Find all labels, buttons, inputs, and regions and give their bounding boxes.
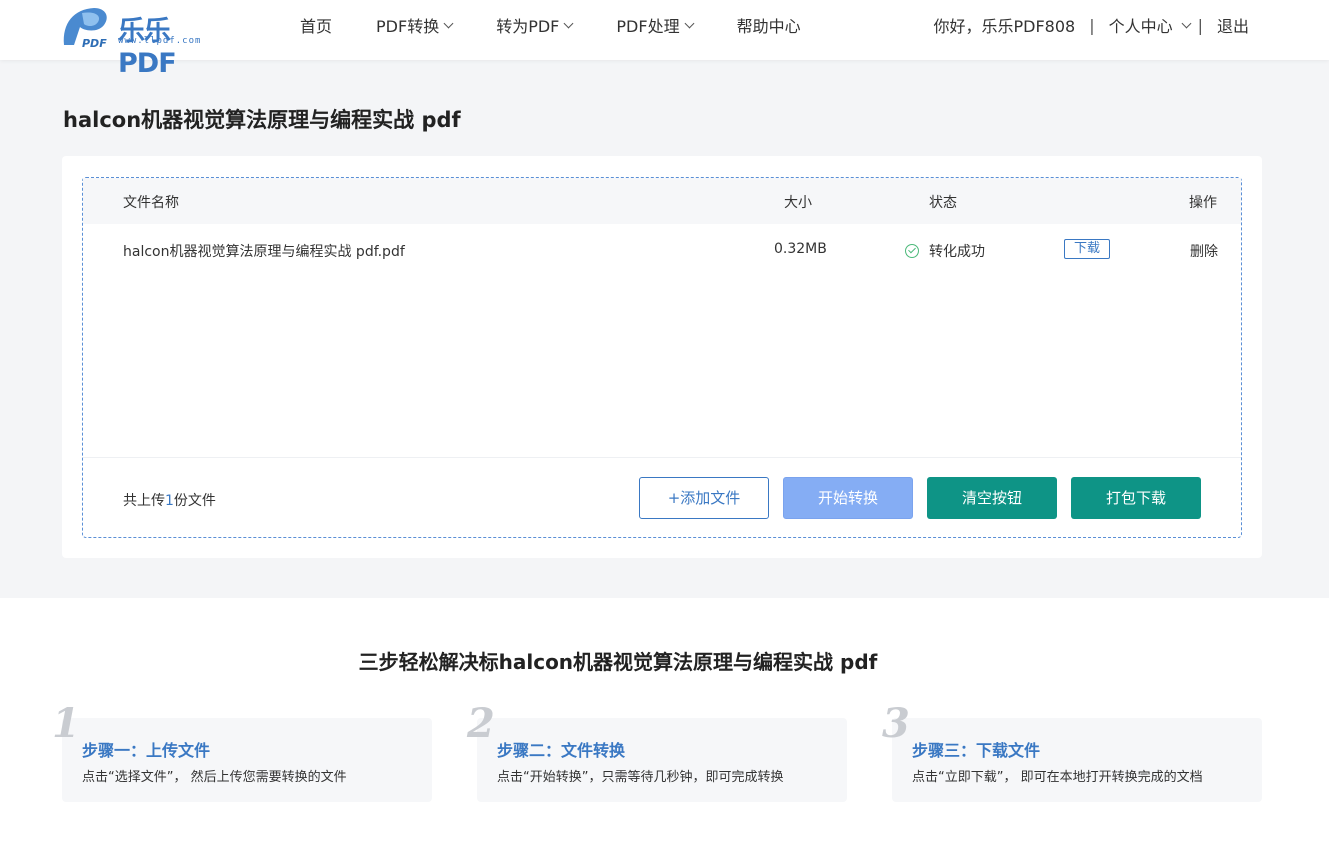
chevron-down-icon [684,18,695,28]
status-text: 转化成功 [929,244,985,260]
chevron-down-icon [1181,18,1192,28]
nav-item-label: 转为PDF [496,17,560,36]
svg-text:PDF: PDF [82,37,107,49]
upload-card: 文件名称 大小 状态 操作 halcon机器视觉算法原理与编程实战 pdf.pd… [62,156,1262,558]
file-size: 0.32MB [774,241,827,257]
count-prefix: 共上传 [123,493,165,509]
nav-item-label: 首页 [300,17,333,36]
file-name: halcon机器视觉算法原理与编程实战 pdf.pdf [123,244,405,260]
step-description: 点击“选择文件”， 然后上传您需要转换的文件 [82,770,347,785]
file-status: 转化成功 [905,241,985,261]
table-header: 文件名称 大小 状态 操作 [83,178,1241,224]
check-circle-icon [905,244,919,258]
chevron-down-icon [563,18,574,28]
column-header-status: 状态 [929,195,957,211]
nav-item-to-pdf[interactable]: 转为PDF [496,13,574,37]
divider: | [1089,15,1095,35]
column-header-action: 操作 [1189,195,1217,211]
step-description: 点击“立即下载”， 即可在本地打开转换完成的文档 [912,770,1203,785]
nav-item-label: 帮助中心 [736,17,801,36]
page-title: halcon机器视觉算法原理与编程实战 pdf [63,108,461,132]
divider: | [1197,15,1203,35]
site-logo[interactable]: PDF 乐乐PDF www.llpdf.com [60,5,225,79]
step-number: 3 [882,700,910,747]
step-card-1: 1 步骤一：上传文件 点击“选择文件”， 然后上传您需要转换的文件 [52,700,432,802]
nav-item-help[interactable]: 帮助中心 [737,13,801,37]
nav-item-home[interactable]: 首页 [300,13,332,37]
upload-count: 共上传1份文件 [123,490,216,510]
download-button[interactable]: 下载 [1064,239,1110,259]
steps-title: 三步轻松解决标halcon机器视觉算法原理与编程实战 pdf [358,650,878,674]
user-area: 你好，乐乐PDF808 | 个人中心 | 退出 [933,0,1249,50]
step-number: 2 [467,700,495,747]
nav-item-pdf-convert[interactable]: PDF转换 [376,13,454,37]
logo-mark-icon: PDF [63,8,107,49]
logout-link[interactable]: 退出 [1217,13,1249,37]
divider [83,457,1241,458]
step-title: 步骤三：下载文件 [912,741,1041,760]
count-number: 1 [165,493,174,509]
step-card-3: 3 步骤三：下载文件 点击“立即下载”， 即可在本地打开转换完成的文档 [882,700,1262,802]
pack-download-button[interactable]: 打包下载 [1071,477,1201,519]
step-title: 步骤二：文件转换 [497,741,626,760]
column-header-size: 大小 [784,195,812,211]
nav-item-pdf-process[interactable]: PDF处理 [616,13,695,37]
step-card-2: 2 步骤二：文件转换 点击“开始转换”，只需等待几秒钟，即可完成转换 [467,700,847,802]
user-greeting: 你好，乐乐PDF808 [933,17,1076,36]
add-file-button[interactable]: +添加文件 [639,477,769,519]
step-description: 点击“开始转换”，只需等待几秒钟，即可完成转换 [497,770,784,785]
nav-item-label: PDF转换 [376,17,440,36]
chevron-down-icon [443,18,454,28]
clear-button[interactable]: 清空按钮 [927,477,1057,519]
steps-section: 三步轻松解决标halcon机器视觉算法原理与编程实战 pdf 1 步骤一：上传文… [0,598,1329,845]
count-suffix: 份文件 [173,493,216,509]
start-convert-button[interactable]: 开始转换 [783,477,913,519]
file-dropzone[interactable]: 文件名称 大小 状态 操作 halcon机器视觉算法原理与编程实战 pdf.pd… [82,177,1242,538]
top-header: PDF 乐乐PDF www.llpdf.com 首页 PDF转换 转为PDF P… [0,0,1329,79]
delete-button[interactable]: 删除 [1190,241,1218,261]
step-number: 1 [52,700,80,747]
nav-item-label: PDF处理 [616,17,680,36]
user-center-link[interactable]: 个人中心 [1108,13,1192,37]
table-row: halcon机器视觉算法原理与编程实战 pdf.pdf 0.32MB 转化成功 … [83,230,1241,270]
logo-url-text: www.llpdf.com [118,36,202,46]
step-title: 步骤一：上传文件 [82,741,211,760]
user-center-label: 个人中心 [1108,17,1173,36]
column-header-name: 文件名称 [123,195,179,211]
main-nav: 首页 PDF转换 转为PDF PDF处理 帮助中心 [300,0,845,50]
